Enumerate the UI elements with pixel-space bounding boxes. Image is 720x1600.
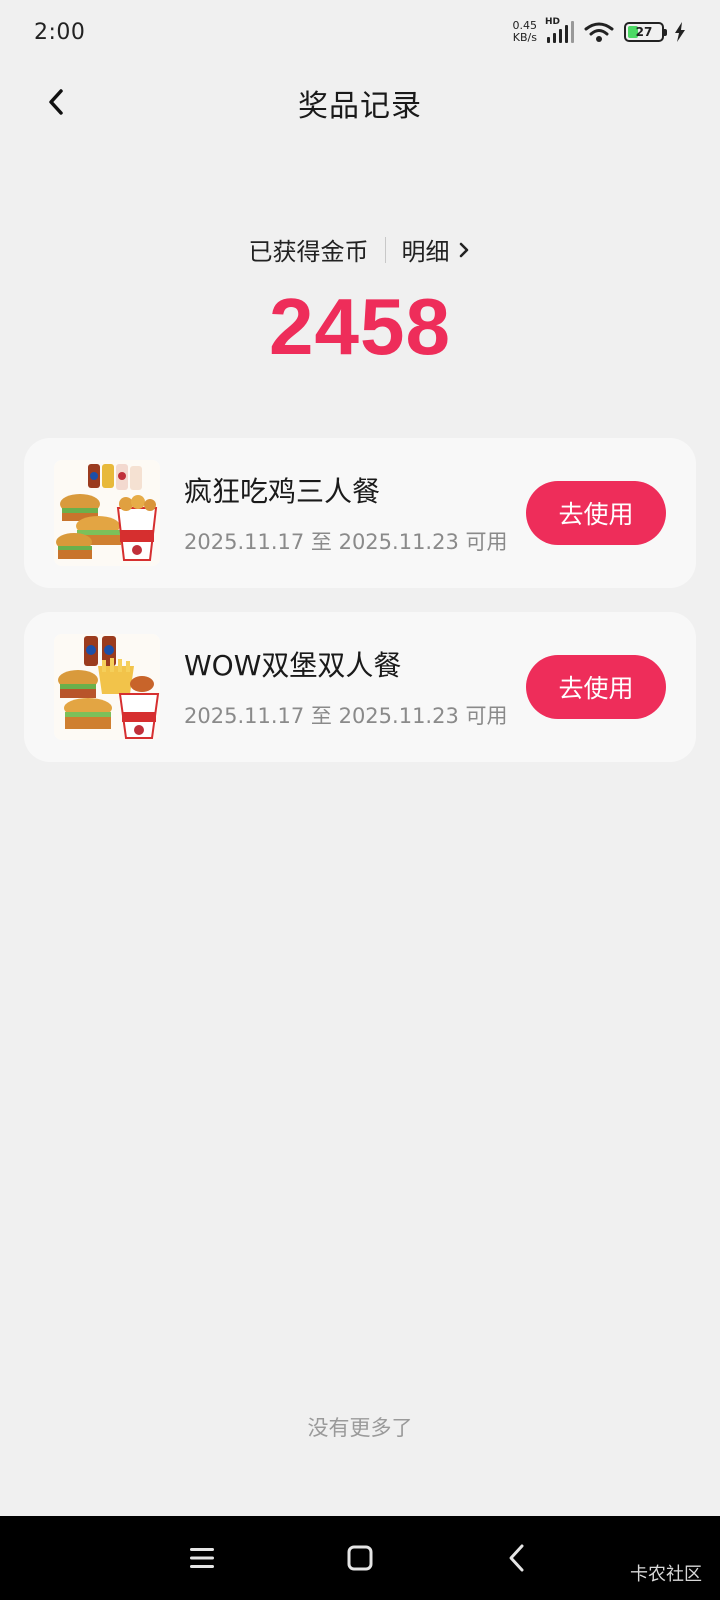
network-type-label: HD <box>545 17 561 27</box>
use-button[interactable]: 去使用 <box>526 655 666 719</box>
battery-level: 27 <box>635 25 653 39</box>
back-arrow-icon <box>49 89 63 115</box>
coins-row: 已获得金币 明细 <box>0 232 720 267</box>
page-title: 奖品记录 <box>298 89 422 124</box>
cellular-signal-icon: HD <box>545 17 574 43</box>
coins-summary: 已获得金币 明细 2458 <box>0 232 720 369</box>
status-time: 2:00 <box>34 19 86 45</box>
prize-name: 疯狂吃鸡三人餐 <box>184 475 381 508</box>
back-button[interactable] <box>36 82 76 122</box>
prize-image <box>54 460 160 566</box>
network-speed: 0.45 KB/s <box>513 20 538 44</box>
prize-card: WOW双堡双人餐 2025.11.17 至 2025.11.23 可用 去使用 <box>24 612 696 762</box>
status-bar: 2:00 0.45 KB/s HD 27 <box>0 0 720 64</box>
menu-icon[interactable] <box>186 1542 218 1574</box>
charging-bolt-icon <box>675 22 685 42</box>
prize-validity: 2025.11.17 至 2025.11.23 可用 <box>184 530 508 554</box>
prize-validity: 2025.11.17 至 2025.11.23 可用 <box>184 704 508 728</box>
divider <box>384 236 386 263</box>
network-speed-unit: KB/s <box>512 31 537 44</box>
battery-icon: 27 <box>624 22 667 42</box>
coin-detail-link[interactable]: 明细 <box>402 232 472 267</box>
prize-name: WOW双堡双人餐 <box>184 649 402 682</box>
coins-label: 已获得金币 <box>248 238 369 266</box>
prize-card: 疯狂吃鸡三人餐 2025.11.17 至 2025.11.23 可用 去使用 <box>24 438 696 588</box>
home-icon[interactable] <box>344 1542 376 1574</box>
coin-count: 2458 <box>269 282 451 371</box>
chevron-right-icon <box>459 242 468 257</box>
wifi-icon <box>584 22 614 42</box>
system-nav-bar: 卡农社区 <box>0 1516 720 1600</box>
use-button[interactable]: 去使用 <box>526 481 666 545</box>
back-nav-icon[interactable] <box>502 1542 534 1574</box>
prize-info: 疯狂吃鸡三人餐 2025.11.17 至 2025.11.23 可用 <box>184 470 526 556</box>
header: 奖品记录 <box>0 70 720 136</box>
watermark: 卡农社区 <box>630 1564 702 1585</box>
coin-detail-label: 明细 <box>401 238 450 266</box>
prize-info: WOW双堡双人餐 2025.11.17 至 2025.11.23 可用 <box>184 644 526 730</box>
no-more-text: 没有更多了 <box>307 1416 413 1440</box>
status-icons: 0.45 KB/s HD 27 <box>513 17 687 44</box>
prize-image <box>54 634 160 740</box>
